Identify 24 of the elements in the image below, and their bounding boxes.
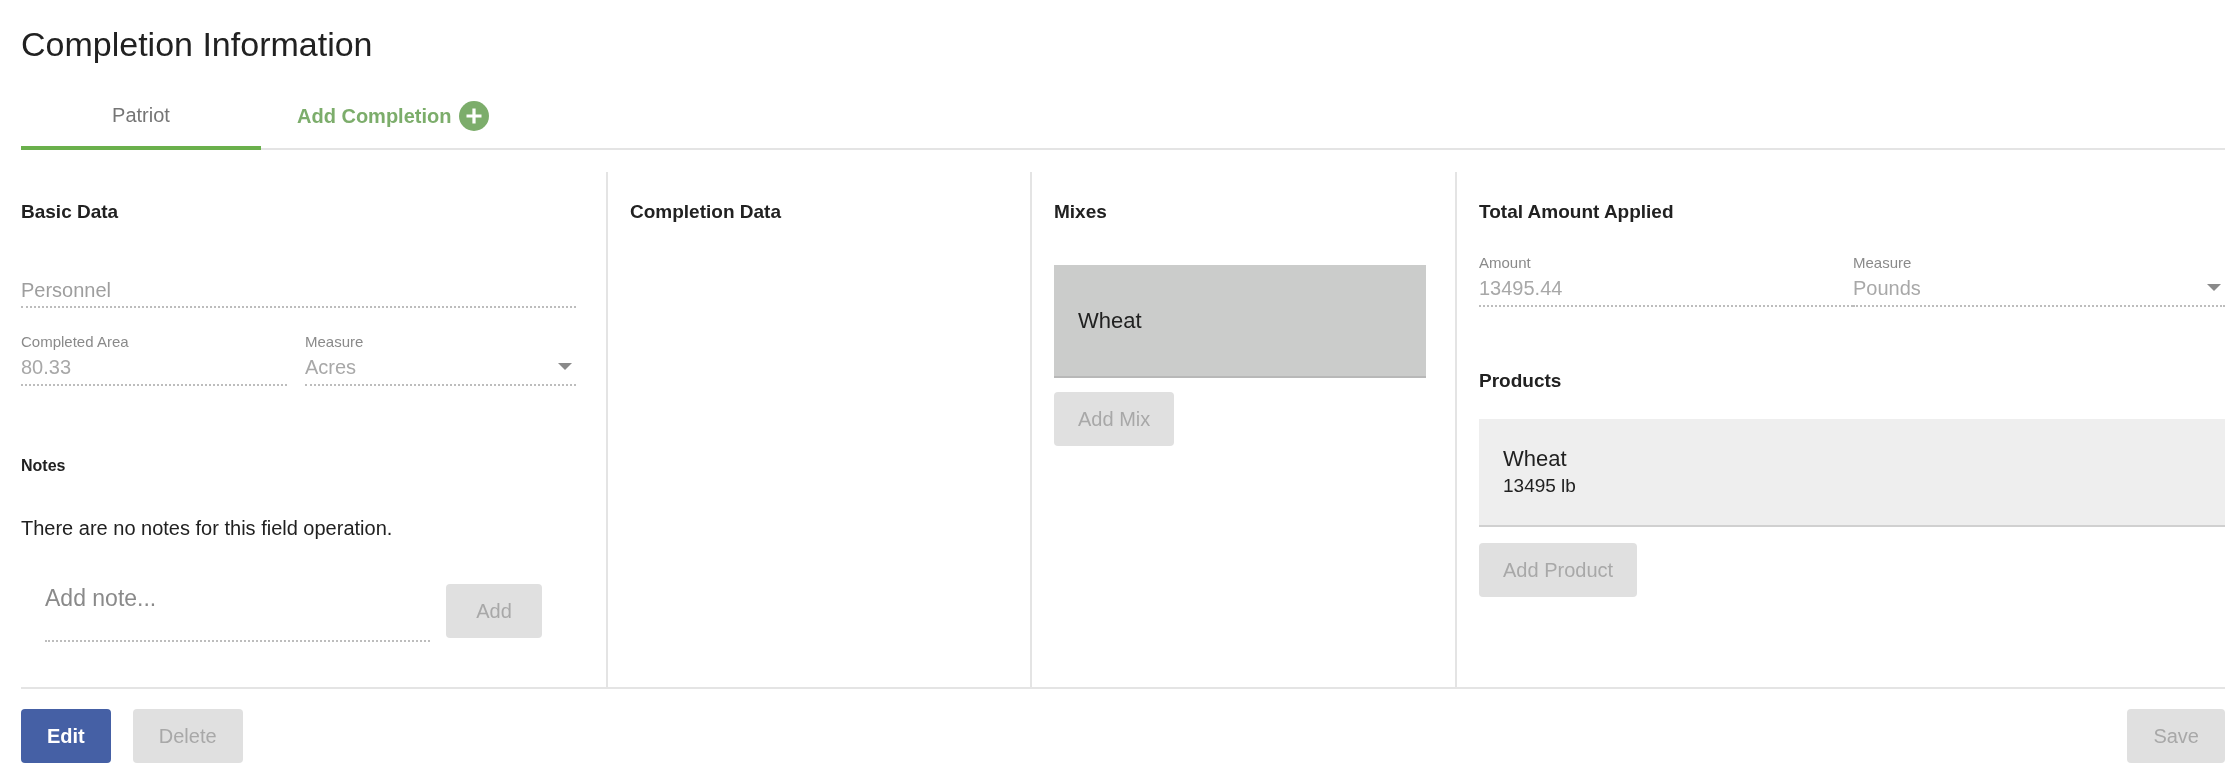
measure-dropdown[interactable]: Measure Pounds <box>1853 253 2225 307</box>
section-heading: Total Amount Applied <box>1479 200 1675 224</box>
plus-circle-icon <box>459 101 490 131</box>
completed-area-field[interactable]: Completed Area 80.33 <box>21 332 287 386</box>
note-input-field[interactable]: Add note... <box>45 580 430 642</box>
footer-button[interactable]: Edit <box>21 709 111 763</box>
notes-heading: Notes <box>21 457 67 475</box>
product-name: Wheat <box>1503 445 1567 473</box>
section-heading: Completion Data <box>630 200 782 224</box>
page-title: Completion Information <box>21 24 374 65</box>
section-heading: Basic Data <box>21 200 120 224</box>
caret-icon <box>558 363 572 370</box>
add-completion-tab[interactable]: Add Completion <box>297 84 490 148</box>
measure-dropdown[interactable]: Measure Acres <box>305 332 576 386</box>
product-amount: 13495 lb <box>1503 474 1576 498</box>
empty-notes-message: There are no notes for this field operation. <box>21 517 394 540</box>
tab[interactable]: Patriot <box>21 84 261 150</box>
personnel-field[interactable]: Personnel <box>21 266 576 308</box>
section-heading: Mixes <box>1054 200 1108 224</box>
section-heading: Products <box>1479 369 1563 393</box>
mix-item[interactable]: Wheat <box>1054 265 1426 378</box>
amount-field[interactable]: Amount 13495.44 <box>1479 253 1853 307</box>
product-item[interactable]: Wheat 13495 lb <box>1479 419 2225 527</box>
caret-icon <box>2207 284 2221 291</box>
